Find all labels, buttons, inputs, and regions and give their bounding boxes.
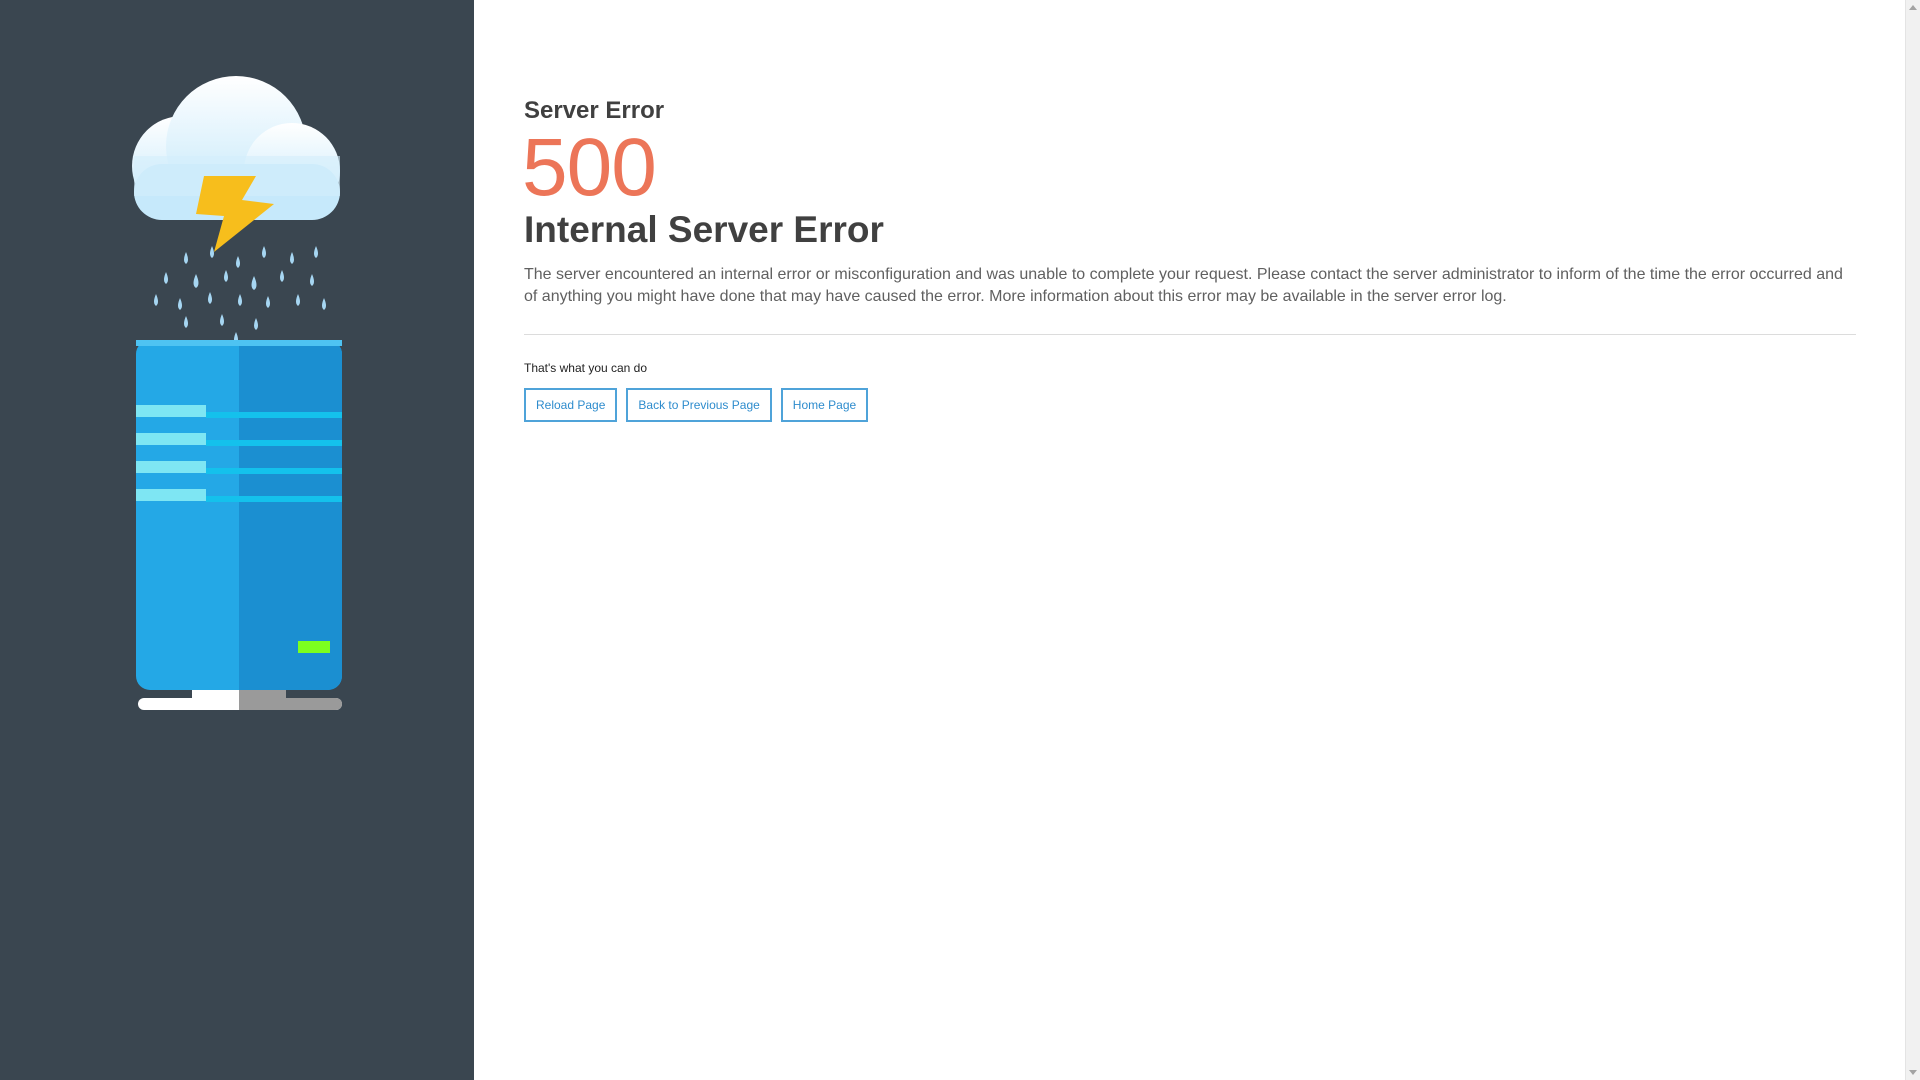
page-title: Internal Server Error <box>524 209 884 250</box>
action-buttons: Reload Page Back to Previous Page Home P… <box>524 388 1856 422</box>
sidebar <box>0 0 474 1080</box>
scroll-down-arrow-icon[interactable] <box>1909 1070 1917 1075</box>
home-page-button[interactable]: Home Page <box>780 388 869 422</box>
back-to-previous-page-button[interactable]: Back to Previous Page <box>626 388 772 422</box>
vertical-scrollbar[interactable] <box>1905 0 1920 1080</box>
error-content: Server Error 500 Internal Server Error T… <box>522 96 1856 422</box>
scroll-up-arrow-icon[interactable] <box>1909 5 1917 10</box>
status-led-icon <box>298 641 330 653</box>
server-icon <box>136 340 342 710</box>
error-subtitle: Server Error <box>524 97 665 124</box>
error-description: The server encountered an internal error… <box>524 266 1843 305</box>
server-error-illustration-icon <box>132 76 342 710</box>
error-code: 500 <box>522 122 657 213</box>
reload-page-button[interactable]: Reload Page <box>524 388 618 422</box>
raindrops-icon <box>154 246 326 344</box>
divider <box>524 334 1856 335</box>
actions-label: That's what you can do <box>524 361 648 375</box>
